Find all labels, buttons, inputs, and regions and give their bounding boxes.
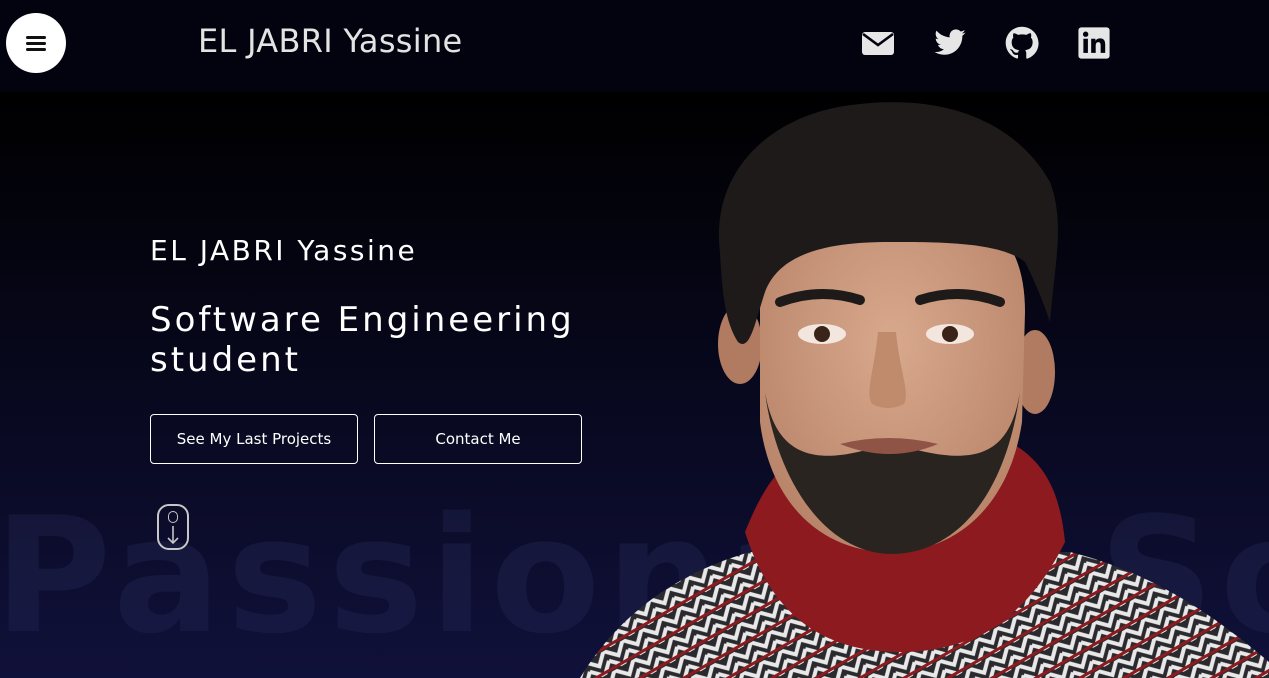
hero-role: Software Engineering student: [150, 300, 575, 380]
portrait-photo: [580, 102, 1269, 678]
linkedin-icon: [1078, 27, 1110, 59]
hamburger-icon: [26, 35, 46, 51]
menu-button[interactable]: [6, 13, 66, 73]
arrow-down-icon: [167, 526, 179, 545]
site-title: EL JABRI Yassine: [198, 22, 463, 60]
contact-me-button[interactable]: Contact Me: [374, 414, 582, 464]
hero-section: Passionate Soft EL: [0, 92, 1269, 678]
mouse-scroll-icon[interactable]: [157, 504, 189, 550]
linkedin-link[interactable]: [1077, 26, 1111, 60]
twitter-link[interactable]: [933, 26, 967, 60]
hero-name: EL JABRI Yassine: [150, 234, 418, 267]
site-header: EL JABRI Yassine: [0, 0, 1269, 92]
github-icon: [1005, 26, 1039, 59]
see-projects-button[interactable]: See My Last Projects: [150, 414, 358, 464]
email-link[interactable]: [861, 26, 895, 60]
mouse-wheel-icon: [168, 511, 178, 523]
twitter-icon: [934, 29, 966, 55]
envelope-icon: [862, 32, 894, 55]
github-link[interactable]: [1005, 26, 1039, 60]
